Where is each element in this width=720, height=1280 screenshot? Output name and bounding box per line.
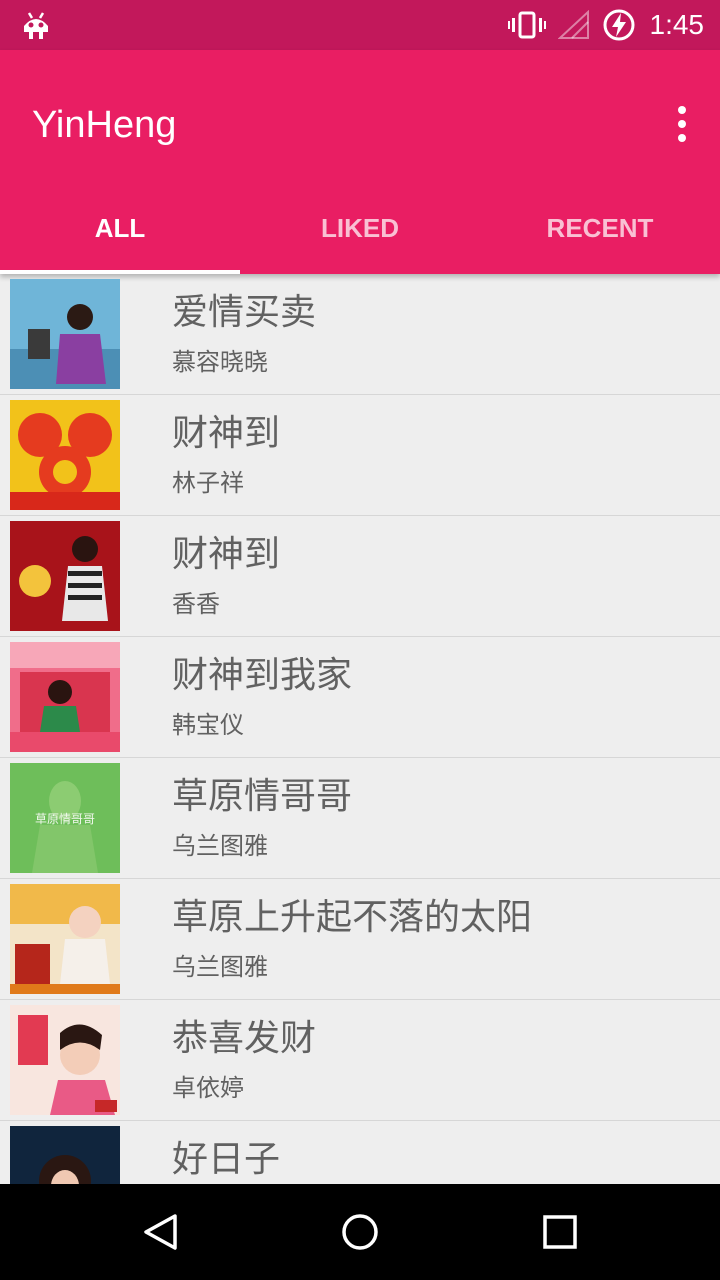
tab-all[interactable]: ALL — [0, 200, 240, 274]
song-row[interactable]: 财神到 林子祥 — [0, 395, 720, 516]
tab-recent[interactable]: RECENT — [480, 200, 720, 270]
album-cover — [10, 642, 120, 752]
app-title: YinHeng — [32, 104, 177, 146]
song-title: 好日子 — [172, 1138, 281, 1179]
song-artist: 香香 — [172, 591, 220, 618]
song-row[interactable]: 财神到 香香 — [0, 516, 720, 637]
tab-bar: ALL LIKED RECENT — [0, 200, 720, 274]
song-artist: 乌兰图雅 — [172, 833, 268, 860]
album-cover — [10, 1005, 120, 1115]
song-list: 爱情买卖 慕容晓晓 财神到 林子祥 财神到 香香 财神到我家 韩宝仪 草原情哥哥… — [0, 274, 720, 1184]
album-cover — [10, 400, 120, 510]
app-bar: YinHeng ALL LIKED RECENT — [0, 50, 720, 274]
song-row[interactable]: 恭喜发财 卓依婷 — [0, 1000, 720, 1121]
song-title: 草原情哥哥 — [172, 775, 353, 816]
android-icon — [24, 12, 48, 39]
tab-all-label: ALL — [94, 213, 146, 243]
song-title: 爱情买卖 — [172, 291, 317, 332]
song-row[interactable]: 草原上升起不落的太阳 乌兰图雅 — [0, 879, 720, 1000]
overflow-menu-icon[interactable] — [670, 104, 694, 144]
status-bar: 1:45 — [0, 0, 720, 50]
album-cover: 草原情哥哥 — [10, 763, 120, 873]
recents-icon[interactable] — [540, 1212, 580, 1252]
song-artist: 韩宝仪 — [172, 712, 244, 739]
song-artist: 乌兰图雅 — [172, 954, 268, 981]
album-cover — [10, 279, 120, 389]
song-title: 财神到 — [172, 533, 281, 574]
song-row[interactable]: 爱情买卖 慕容晓晓 — [0, 274, 720, 395]
tab-recent-label: RECENT — [546, 213, 654, 243]
song-title: 财神到 — [172, 412, 281, 453]
signal-icon — [558, 10, 589, 39]
home-icon[interactable] — [340, 1212, 380, 1252]
clock: 1:45 — [649, 9, 705, 40]
album-cover-text: 草原情哥哥 — [35, 812, 95, 826]
album-cover — [10, 1126, 120, 1184]
song-title: 草原上升起不落的太阳 — [172, 896, 533, 937]
navigation-bar — [0, 1184, 720, 1280]
song-artist: 林子祥 — [172, 470, 244, 497]
album-cover — [10, 884, 120, 994]
song-title: 恭喜发财 — [172, 1017, 317, 1058]
album-cover — [10, 521, 120, 631]
song-artist: 卓依婷 — [172, 1075, 244, 1102]
tab-liked[interactable]: LIKED — [240, 200, 480, 270]
song-artist: 慕容晓晓 — [172, 349, 268, 376]
song-row[interactable]: 草原情哥哥 草原情哥哥 乌兰图雅 — [0, 758, 720, 879]
battery-charging-icon — [603, 9, 635, 41]
tab-liked-label: LIKED — [321, 213, 399, 243]
vibrate-icon — [508, 11, 546, 39]
back-icon[interactable] — [140, 1212, 180, 1252]
song-title: 财神到我家 — [172, 654, 353, 695]
song-row[interactable]: 好日子 — [0, 1121, 720, 1184]
song-row[interactable]: 财神到我家 韩宝仪 — [0, 637, 720, 758]
